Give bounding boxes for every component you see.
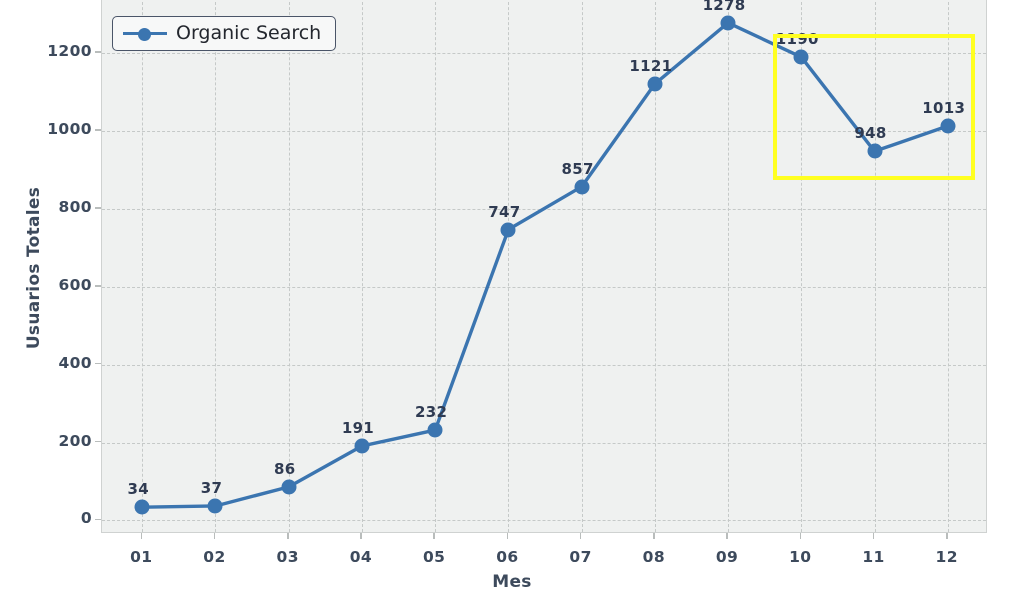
data-point-marker[interactable] [720, 15, 736, 31]
data-point-label: 86 [273, 459, 296, 478]
data-point-label: 1121 [629, 56, 673, 75]
plot-area: 34 37 86 191 232 747 857 1121 1278 1190 948 1013 [101, 0, 987, 533]
data-point-marker[interactable] [647, 76, 663, 92]
y-axis-tick-label: 1200 [47, 42, 92, 61]
data-point-label: 1190 [775, 30, 819, 49]
y-axis-tick-mark [95, 207, 101, 209]
x-axis-tick-label: 01 [130, 548, 153, 566]
data-point-marker[interactable] [354, 438, 370, 454]
legend-label-organic-search: Organic Search [176, 22, 322, 44]
x-axis-title: Mes [492, 572, 532, 592]
x-axis-tick-label: 06 [496, 548, 519, 566]
x-axis-tick-mark [579, 533, 582, 539]
x-axis-tick-mark [140, 533, 143, 539]
x-axis-tick-mark [213, 533, 216, 539]
x-axis-tick-label: 02 [203, 548, 226, 566]
data-point-label: 191 [341, 419, 375, 437]
data-point-marker[interactable] [427, 422, 443, 438]
x-axis-tick-mark [287, 533, 289, 539]
data-point-label: 857 [561, 159, 594, 178]
y-axis-tick-mark [95, 440, 101, 443]
y-axis-tick-label: 1000 [47, 120, 92, 139]
data-point-label: 34 [127, 480, 150, 499]
x-axis-tick-label: 04 [349, 548, 373, 566]
y-axis-tick-mark [95, 518, 101, 521]
data-point-label: 232 [415, 403, 448, 422]
chart-figure: 0 200 400 600 800 1000 1200 Usuarios Totales 3… [0, 0, 1024, 603]
data-point-marker[interactable] [574, 179, 590, 195]
x-axis-tick-label: 07 [569, 548, 592, 566]
x-axis-tick-mark [726, 533, 728, 539]
data-point-marker[interactable] [500, 222, 516, 238]
data-point-marker[interactable] [281, 479, 297, 495]
x-axis-tick-mark [946, 533, 948, 539]
x-axis-tick-mark [360, 533, 362, 539]
data-point-marker[interactable] [207, 498, 223, 514]
legend-line-marker-icon [123, 25, 167, 41]
y-axis-tick-label: 200 [58, 431, 92, 450]
data-point-marker[interactable] [793, 49, 809, 65]
y-axis-tick-mark [95, 129, 101, 131]
x-axis-tick-mark [799, 533, 802, 539]
chart-legend[interactable]: Organic Search [112, 16, 337, 51]
y-axis-tick-mark [95, 362, 101, 365]
x-axis-tick-label: 05 [422, 548, 446, 566]
x-axis-tick-mark [506, 533, 509, 539]
y-axis-tick-label: 600 [58, 275, 92, 294]
data-point-marker[interactable] [134, 499, 150, 515]
series-line-organic-search [140, 21, 950, 509]
data-point-label: 948 [854, 124, 887, 143]
data-point-marker[interactable] [867, 143, 882, 159]
data-point-marker[interactable] [940, 118, 956, 134]
data-point-label: 37 [200, 478, 223, 497]
y-axis-tick-label: 0 [80, 509, 92, 528]
x-axis-tick-label: 08 [642, 548, 666, 566]
x-axis-tick-label: 10 [789, 548, 812, 566]
y-axis-tick-label: 800 [58, 197, 92, 216]
y-axis-title: Usuarios Totales [24, 186, 44, 350]
data-point-label: 1013 [922, 98, 966, 117]
x-axis-tick-label: 03 [276, 548, 299, 566]
y-axis-tick-mark [95, 285, 101, 287]
y-axis-tick-mark [95, 51, 101, 53]
data-point-label: 747 [488, 202, 521, 221]
x-axis-tick-label: 09 [715, 548, 739, 566]
data-point-label: 1278 [702, 0, 746, 14]
x-axis-tick-label: 11 [862, 548, 885, 566]
x-axis-tick-mark [433, 533, 435, 539]
x-axis-tick-mark [872, 533, 875, 539]
x-axis-tick-label: 12 [935, 548, 958, 566]
y-axis-tick-label: 400 [58, 353, 92, 372]
x-axis-tick-mark [653, 533, 655, 539]
